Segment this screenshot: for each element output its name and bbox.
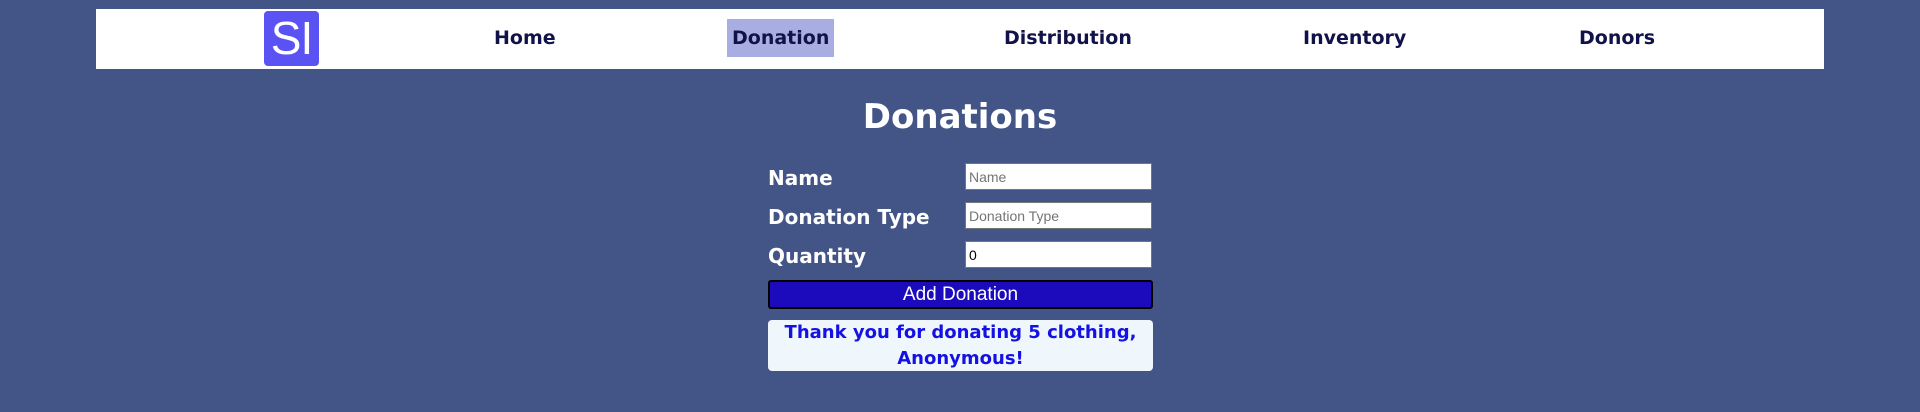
quantity-label: Quantity xyxy=(768,244,866,268)
nav-item-inventory[interactable]: Inventory xyxy=(1303,19,1406,57)
confirmation-message: Thank you for donating 5 clothing, Anony… xyxy=(768,320,1153,371)
name-label: Name xyxy=(768,166,833,190)
nav-item-donors[interactable]: Donors xyxy=(1579,19,1655,57)
top-navbar: SI Home Donation Distribution Inventory … xyxy=(96,9,1824,69)
nav-item-donation[interactable]: Donation xyxy=(727,19,835,57)
quantity-input[interactable] xyxy=(965,241,1152,268)
add-donation-button[interactable]: Add Donation xyxy=(768,280,1153,309)
name-input[interactable] xyxy=(965,163,1152,190)
app-logo[interactable]: SI xyxy=(264,11,319,66)
donation-type-label: Donation Type xyxy=(768,205,930,229)
nav-item-distribution[interactable]: Distribution xyxy=(1004,19,1132,57)
page-title: Donations xyxy=(862,97,1058,137)
donation-type-input[interactable] xyxy=(965,202,1152,229)
nav-item-home[interactable]: Home xyxy=(494,19,556,57)
